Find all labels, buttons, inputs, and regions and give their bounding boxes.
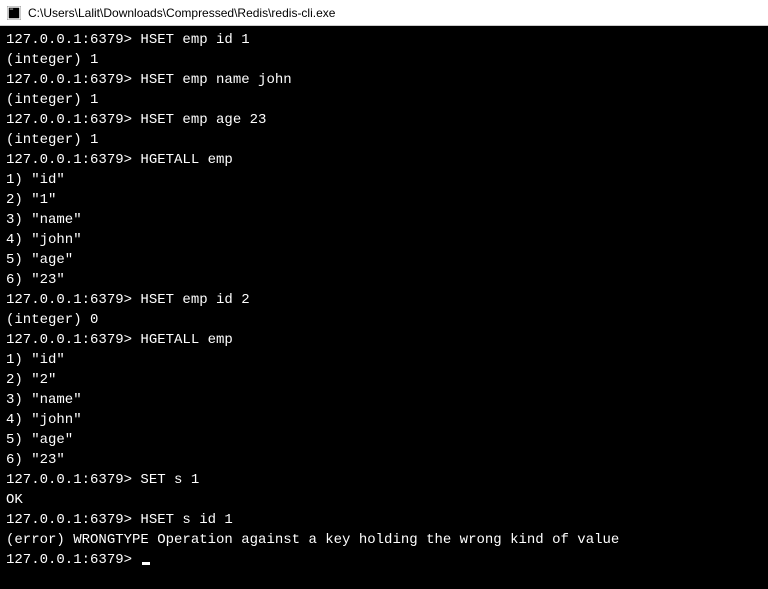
terminal-line: 5) "age" bbox=[6, 430, 762, 450]
terminal-line: 127.0.0.1:6379> HSET emp id 1 bbox=[6, 30, 762, 50]
terminal-line: 127.0.0.1:6379> HSET emp name john bbox=[6, 70, 762, 90]
terminal-line: 127.0.0.1:6379> HSET s id 1 bbox=[6, 510, 762, 530]
terminal-line: 127.0.0.1:6379> HSET emp id 2 bbox=[6, 290, 762, 310]
terminal-line: 127.0.0.1:6379> SET s 1 bbox=[6, 470, 762, 490]
terminal-line: 4) "john" bbox=[6, 410, 762, 430]
terminal-line: 3) "name" bbox=[6, 390, 762, 410]
terminal-line: (integer) 1 bbox=[6, 90, 762, 110]
window-title: C:\Users\Lalit\Downloads\Compressed\Redi… bbox=[28, 6, 335, 20]
app-icon bbox=[6, 5, 22, 21]
terminal-line: OK bbox=[6, 490, 762, 510]
terminal-line: (error) WRONGTYPE Operation against a ke… bbox=[6, 530, 762, 550]
terminal-line: (integer) 1 bbox=[6, 50, 762, 70]
terminal-line: (integer) 1 bbox=[6, 130, 762, 150]
terminal-line: 127.0.0.1:6379> HGETALL emp bbox=[6, 150, 762, 170]
terminal-line: 1) "id" bbox=[6, 350, 762, 370]
terminal-line: (integer) 0 bbox=[6, 310, 762, 330]
window-title-bar: C:\Users\Lalit\Downloads\Compressed\Redi… bbox=[0, 0, 768, 26]
terminal-line: 6) "23" bbox=[6, 270, 762, 290]
cursor bbox=[142, 562, 150, 565]
terminal-line: 127.0.0.1:6379> bbox=[6, 550, 762, 570]
terminal-line: 127.0.0.1:6379> HGETALL emp bbox=[6, 330, 762, 350]
terminal-line: 1) "id" bbox=[6, 170, 762, 190]
terminal-line: 5) "age" bbox=[6, 250, 762, 270]
terminal-line: 127.0.0.1:6379> HSET emp age 23 bbox=[6, 110, 762, 130]
terminal-line: 3) "name" bbox=[6, 210, 762, 230]
terminal-line: 6) "23" bbox=[6, 450, 762, 470]
terminal-line: 2) "2" bbox=[6, 370, 762, 390]
terminal-line: 2) "1" bbox=[6, 190, 762, 210]
terminal-line: 4) "john" bbox=[6, 230, 762, 250]
terminal-output[interactable]: 127.0.0.1:6379> HSET emp id 1(integer) 1… bbox=[0, 26, 768, 574]
